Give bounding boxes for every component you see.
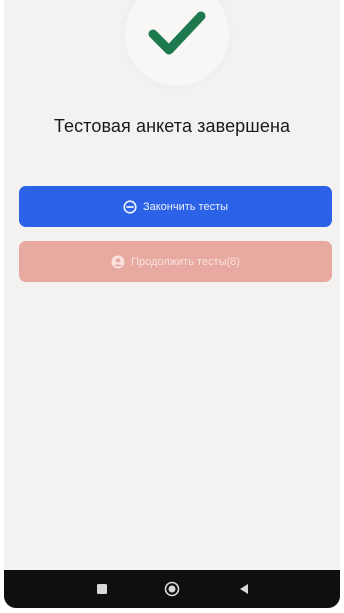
home-circle-icon[interactable] [164, 581, 180, 597]
finish-tests-label: Закончить тесты [142, 200, 229, 213]
back-triangle-icon[interactable] [236, 581, 252, 597]
system-navigation-bar [4, 570, 340, 608]
continue-tests-button[interactable]: Продолжить тесты(8) [19, 241, 332, 282]
finish-tests-button[interactable]: Закончить тесты [19, 186, 332, 227]
checkmark-icon [148, 11, 206, 55]
recents-square-icon[interactable] [94, 581, 110, 597]
continue-tests-label: Продолжить тесты(8) [131, 255, 240, 268]
minus-circle-icon [123, 199, 137, 214]
user-circle-icon [111, 255, 125, 269]
success-badge [125, 0, 229, 86]
page-title: Тестовая анкета завершена [53, 116, 291, 136]
app-screen: Тестовая анкета завершена Закончить тест… [4, 0, 340, 608]
